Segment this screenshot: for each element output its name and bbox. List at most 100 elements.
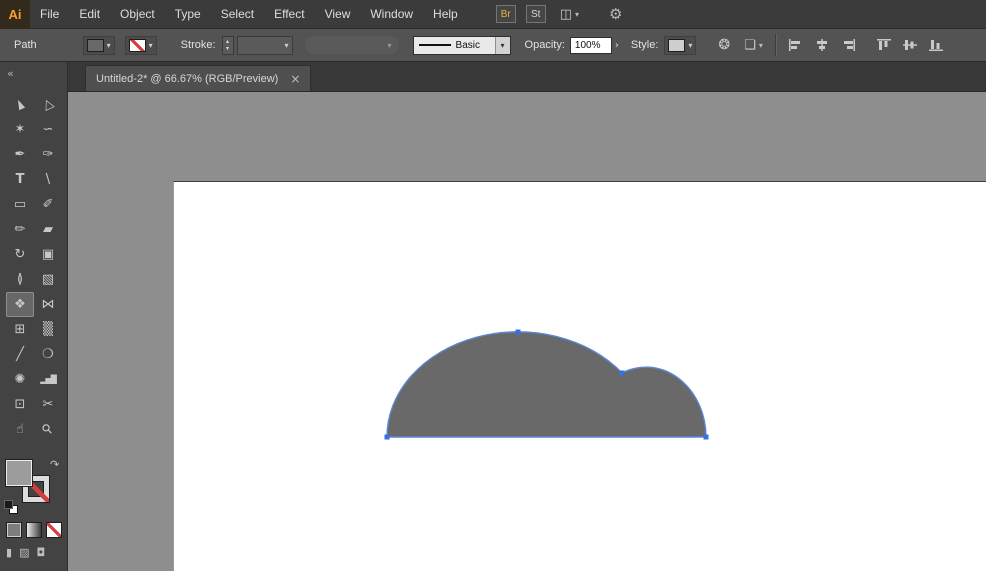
tool-artboard[interactable]: ⊡ <box>6 392 34 417</box>
tool-scale[interactable]: ▣ <box>34 242 62 267</box>
opacity-label: Opacity: <box>524 39 565 51</box>
tool-shape-builder[interactable]: ❖ <box>6 292 34 317</box>
artwork-layer <box>384 329 709 440</box>
swap-fill-stroke-icon[interactable]: ↷ <box>50 458 59 471</box>
menu-effect[interactable]: Effect <box>264 0 314 29</box>
menu-view[interactable]: View <box>315 0 361 29</box>
collapse-panel-icon[interactable]: « <box>7 67 14 80</box>
anchor-point-top[interactable] <box>515 329 521 335</box>
tool-hand[interactable]: ☝ <box>6 417 34 442</box>
align-middle-button[interactable] <box>902 38 918 52</box>
chevron-down-icon: ▾ <box>494 36 510 54</box>
close-tab-icon[interactable]: × <box>290 72 300 86</box>
services-button[interactable]: ⚙ <box>609 5 622 23</box>
lasso-tool-icon: ∽ <box>42 122 54 137</box>
tool-rectangle[interactable]: ▭ <box>6 192 34 217</box>
magic-wand-tool-icon: ✶ <box>14 122 26 137</box>
tool-selection[interactable]: ► <box>6 92 34 117</box>
cloud-shape[interactable] <box>386 331 707 438</box>
workspace-switcher-button[interactable]: ◫ ▾ <box>560 7 579 22</box>
stock-button[interactable]: St <box>525 5 546 23</box>
menu-help[interactable]: Help <box>423 0 468 29</box>
tool-eraser[interactable]: ▰ <box>34 217 62 242</box>
brush-definition-dropdown[interactable]: ▾ <box>304 36 399 54</box>
fill-color-indicator[interactable] <box>6 460 32 486</box>
stroke-width-stepper[interactable]: ▴ ▾ <box>221 35 234 55</box>
tool-width[interactable]: ≬ <box>6 267 34 292</box>
tool-zoom[interactable]: ⚲ <box>34 417 62 442</box>
tool-type[interactable]: T <box>6 167 34 192</box>
variable-width-profile-dropdown[interactable]: Basic ▾ <box>412 35 511 55</box>
anchor-point-bottom-left[interactable] <box>384 434 390 440</box>
fill-color-swatch <box>86 38 104 52</box>
selection-tool-icon: ► <box>11 96 29 113</box>
align-top-button[interactable] <box>876 38 892 52</box>
default-fill-stroke-icon[interactable] <box>4 500 18 514</box>
menu-window[interactable]: Window <box>360 0 423 29</box>
stroke-style-value: Basic <box>455 39 480 51</box>
tool-curvature[interactable]: ✑ <box>34 142 62 167</box>
canvas-area[interactable] <box>68 92 986 571</box>
tool-symbol-sprayer[interactable]: ✺ <box>6 367 34 392</box>
opacity-input[interactable]: 100% <box>569 36 612 54</box>
draw-behind-icon[interactable]: ▨ <box>19 546 29 559</box>
stroke-none-swatch <box>128 38 146 52</box>
menu-file[interactable]: File <box>30 0 69 29</box>
align-right-button[interactable] <box>840 38 856 52</box>
tool-magic-wand[interactable]: ✶ <box>6 117 34 142</box>
shape-builder-tool-icon: ❖ <box>14 297 26 312</box>
document-tab[interactable]: Untitled-2* @ 66.67% (RGB/Preview) × <box>85 65 312 91</box>
tool-gradient[interactable]: ▒ <box>34 317 62 342</box>
eraser-tool-icon: ▰ <box>43 222 53 237</box>
anchor-point-bottom-right[interactable] <box>703 434 709 440</box>
align-left-button[interactable] <box>788 38 804 52</box>
tool-pencil[interactable]: ✏ <box>6 217 34 242</box>
menu-edit[interactable]: Edit <box>69 0 110 29</box>
perspective-grid-tool-icon: ⋈ <box>41 297 55 312</box>
tool-rotate[interactable]: ↻ <box>6 242 34 267</box>
color-button[interactable] <box>6 522 22 538</box>
menu-select[interactable]: Select <box>211 0 264 29</box>
none-button[interactable] <box>46 522 62 538</box>
chevron-down-icon: ▾ <box>148 40 153 50</box>
tool-line-segment[interactable]: \ <box>34 167 62 192</box>
slice-tool-icon: ✂ <box>42 397 54 412</box>
menubar: Ai File Edit Object Type Select Effect V… <box>0 0 986 29</box>
tool-pen[interactable]: ✒ <box>6 142 34 167</box>
opacity-popup-icon[interactable]: › <box>615 40 619 51</box>
stroke-width-dropdown[interactable]: ▾ <box>236 35 293 55</box>
recolor-artwork-button[interactable]: ❂ <box>718 37 730 53</box>
hand-tool-icon: ☝ <box>16 422 24 437</box>
document-icon: ❏ <box>744 37 756 53</box>
draw-normal-icon[interactable]: ▮ <box>6 546 12 559</box>
stroke-color-dropdown[interactable]: ▾ <box>124 35 157 55</box>
tool-free-transform[interactable]: ▧ <box>34 267 62 292</box>
type-tool-icon: T <box>15 172 25 187</box>
tool-lasso[interactable]: ∽ <box>34 117 62 142</box>
tool-paintbrush[interactable]: ✐ <box>34 192 62 217</box>
tool-slice[interactable]: ✂ <box>34 392 62 417</box>
align-center-icon <box>816 39 827 51</box>
anchor-point-junction[interactable] <box>619 370 625 376</box>
align-bottom-button[interactable] <box>928 38 944 52</box>
stepper-down-icon: ▾ <box>226 45 230 52</box>
tool-eyedropper[interactable]: ╱ <box>6 342 34 367</box>
tool-blend[interactable]: ❍ <box>34 342 62 367</box>
arrange-document-button[interactable]: ❏ ▾ <box>744 38 763 53</box>
align-top-icon <box>876 39 891 50</box>
tool-direct-selection[interactable]: ▷ <box>34 92 62 117</box>
draw-inside-icon[interactable]: ◘ <box>36 546 45 559</box>
document-tab-strip: Untitled-2* @ 66.67% (RGB/Preview) × <box>68 62 986 92</box>
fill-color-dropdown[interactable]: ▾ <box>82 35 115 55</box>
graphic-style-dropdown[interactable]: ▾ <box>664 35 697 55</box>
rectangle-tool-icon: ▭ <box>13 197 27 212</box>
menu-type[interactable]: Type <box>165 0 211 29</box>
tool-column-graph[interactable]: ▂▅█ <box>34 367 62 392</box>
menu-object[interactable]: Object <box>110 0 165 29</box>
gradient-button[interactable] <box>26 522 42 538</box>
bridge-button[interactable]: Br <box>495 5 516 23</box>
tool-mesh[interactable]: ⊞ <box>6 317 34 342</box>
align-center-button[interactable] <box>814 38 830 52</box>
tool-perspective-grid[interactable]: ⋈ <box>34 292 62 317</box>
paintbrush-tool-icon: ✐ <box>42 197 54 212</box>
